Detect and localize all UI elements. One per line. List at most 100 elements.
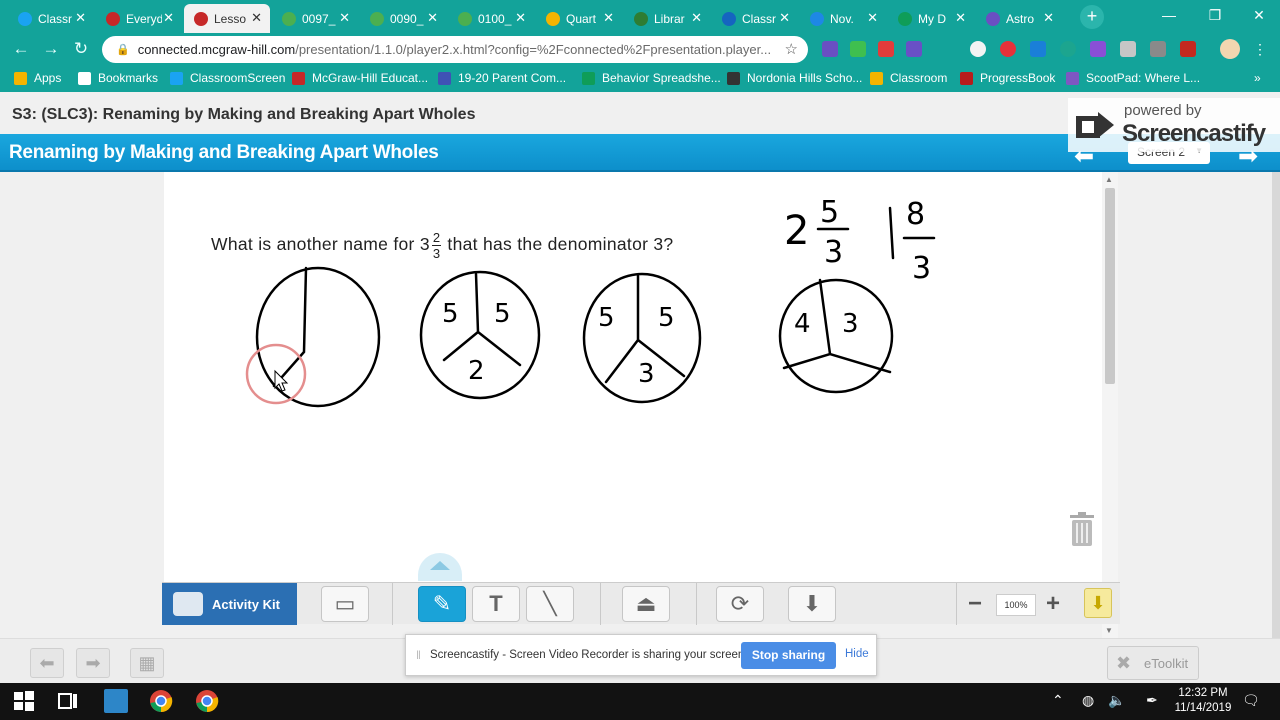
scroll-up-icon[interactable]: ▲ [1105,175,1113,184]
profile-avatar[interactable] [1220,39,1240,59]
browser-tab[interactable]: 0090_ ✕ [360,4,446,33]
more-bookmarks-button[interactable]: » [1254,71,1261,85]
whiteboard-canvas[interactable]: What is another name for 3 2 3 that has the… [164,172,1102,584]
download-button[interactable]: ⬇ [788,586,836,622]
bookmark-item[interactable]: McGraw-Hill Educat... [292,71,428,85]
pdf-icon[interactable] [1180,41,1196,57]
extension-icon[interactable] [970,41,986,57]
bookmark-item[interactable]: Classroom [870,71,947,85]
close-tab-icon[interactable]: ✕ [691,10,702,26]
windows-start-icon[interactable] [12,689,36,713]
extension-icon[interactable] [1030,41,1046,57]
drag-handle-icon[interactable]: ‖ [416,648,421,662]
bookmark-star-icon[interactable]: ☆ [785,40,798,58]
chrome-icon[interactable] [195,689,219,713]
collapse-arrow-icon[interactable]: ⬇ [1084,588,1112,618]
browser-tab[interactable]: My D ✕ [888,4,974,33]
close-tab-icon[interactable]: ✕ [515,10,526,26]
extension-icon[interactable] [1150,41,1166,57]
notifications-icon[interactable]: 🗨 [1242,692,1260,709]
browser-tab[interactable]: Classr ✕ [8,4,94,33]
browser-tab[interactable]: Quart ✕ [536,4,622,33]
bookmark-item[interactable]: Behavior Spreadshe... [582,71,721,85]
text-tool-button[interactable]: T [472,586,520,622]
extension-icon[interactable] [850,41,866,57]
close-tab-icon[interactable]: ✕ [867,10,878,26]
tab-label: Librar [654,11,685,26]
reload-icon[interactable]: ↻ [68,37,94,61]
zoom-in-icon[interactable]: + [1046,590,1060,618]
browser-tab[interactable]: Astro ✕ [976,4,1062,33]
extension-icon[interactable] [906,41,922,57]
close-tab-icon[interactable]: ✕ [603,10,614,26]
bookmark-item[interactable]: ProgressBook [960,71,1055,85]
browser-tab[interactable]: Lesso ✕ [184,4,270,33]
pen-workspace-icon[interactable]: ✒ [1146,692,1158,709]
close-tab-icon[interactable]: ✕ [251,10,262,26]
bookmark-item[interactable]: Nordonia Hills Scho... [727,71,862,85]
close-window-button[interactable]: ✕ [1236,0,1280,30]
extension-icon[interactable] [1120,41,1136,57]
etoolkit-button[interactable]: ✖ eToolkit [1107,646,1199,680]
close-tab-icon[interactable]: ✕ [339,10,350,26]
network-icon[interactable]: ◍ [1082,692,1094,709]
previous-arrow-icon[interactable]: ⬅ [30,648,64,678]
favicon-icon [18,11,32,26]
bookmark-item[interactable]: 19-20 Parent Com... [438,71,566,85]
browser-tab[interactable]: Librar ✕ [624,4,710,33]
scroll-down-icon[interactable]: ▼ [1105,626,1113,635]
trash-icon[interactable] [1068,512,1096,546]
browser-tab[interactable]: Nov. ✕ [800,4,886,33]
close-tab-icon[interactable]: ✕ [163,10,174,26]
extension-icon[interactable] [822,41,838,57]
address-bar[interactable]: 🔒 connected.mcgraw-hill.com /presentatio… [102,36,808,63]
answer1-denominator: 3 [824,235,843,270]
bookmark-item[interactable]: ScootPad: Where L... [1066,71,1200,85]
minimize-button[interactable]: — [1146,0,1192,30]
stop-sharing-button[interactable]: Stop sharing [741,642,836,669]
bookmark-item[interactable]: Bookmarks [78,71,158,85]
clock[interactable]: 12:32 PM 11/14/2019 [1168,686,1238,716]
menu-kebab-icon[interactable]: ⋮ [1252,41,1268,57]
page-scroll-track[interactable] [1272,172,1280,638]
activity-kit-button[interactable]: Activity Kit [162,583,297,625]
extension-icon[interactable] [1090,41,1106,57]
close-tab-icon[interactable]: ✕ [779,10,790,26]
pinterest-icon[interactable] [1000,41,1016,57]
browser-tab[interactable]: Classr ✕ [712,4,798,33]
close-tab-icon[interactable]: ✕ [75,10,86,26]
restore-button[interactable]: ❐ [1192,0,1238,30]
download-icon: ⬇ [802,591,822,616]
extension-icon[interactable] [878,41,894,57]
scroll-thumb[interactable] [1105,188,1115,384]
app-icon[interactable] [104,689,128,713]
browser-tab[interactable]: 0097_ ✕ [272,4,358,33]
extension-icon[interactable] [1060,41,1076,57]
bookmark-item[interactable]: ClassroomScreen [170,71,285,85]
new-tab-button[interactable]: + [1080,5,1104,29]
chevron-up-icon[interactable]: ⌃ [1052,692,1064,709]
slide-view-button[interactable]: ▭ [321,586,369,622]
close-tab-icon[interactable]: ✕ [955,10,966,26]
back-arrow-icon[interactable]: ← [8,37,34,61]
task-view-icon[interactable] [56,689,80,713]
browser-tab[interactable]: 0100_ ✕ [448,4,534,33]
reset-button[interactable]: ⟳ [716,586,764,622]
bookmark-item[interactable]: Apps [14,71,61,85]
line-tool-button[interactable]: ╲ [526,586,574,622]
browser-tab[interactable]: Everyd ✕ [96,4,182,33]
canvas-scrollbar[interactable]: ▲ ▼ [1102,172,1118,638]
close-tab-icon[interactable]: ✕ [1043,10,1054,26]
chrome-icon[interactable] [149,689,173,713]
grid-icon[interactable]: ▦ [130,648,164,678]
forward-arrow-icon[interactable]: → [38,37,64,61]
zoom-out-icon[interactable]: − [968,590,982,618]
zoom-level[interactable]: 100% [996,594,1036,616]
next-arrow-icon[interactable]: ➡ [76,648,110,678]
close-tab-icon[interactable]: ✕ [427,10,438,26]
volume-icon[interactable]: 🔈 [1108,692,1125,709]
hide-button[interactable]: Hide [845,648,869,660]
pen-tool-button[interactable]: ✎ [418,586,466,622]
eraser-button[interactable]: ⏏ [622,586,670,622]
screencastify-watermark: powered by Screencastify [1068,98,1280,152]
